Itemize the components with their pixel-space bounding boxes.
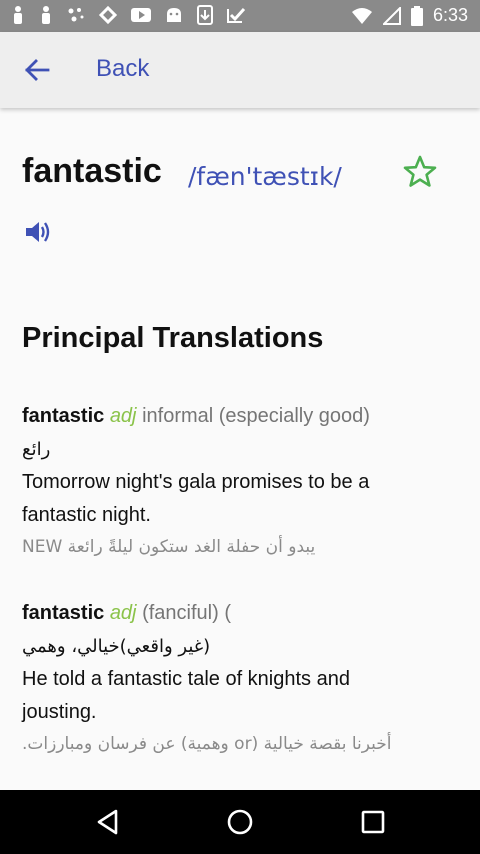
example-english: Tomorrow night's gala promises to be a f… — [22, 471, 370, 526]
entry-word: fantastic — [22, 405, 105, 427]
star-outline-icon[interactable] — [402, 154, 438, 190]
home-circle-icon[interactable] — [226, 808, 254, 836]
recents-square-icon[interactable] — [359, 808, 387, 836]
back-button[interactable]: Back — [96, 55, 149, 83]
system-icons: 6:33 — [351, 5, 468, 26]
entry-note: informal (especially good) — [142, 405, 370, 427]
entry-note: (fanciful) ( — [142, 602, 231, 624]
entry-arabic: رائع — [22, 439, 51, 460]
headword: fantastic — [22, 152, 162, 190]
download-icon — [197, 5, 213, 25]
video-icon — [131, 8, 151, 22]
clock: 6:33 — [432, 5, 468, 25]
pronunciation: /fæn'tæstɪk/ — [188, 162, 342, 191]
wifi-icon — [351, 7, 372, 24]
section-title: Principal Translations — [22, 322, 324, 354]
entry-header: fantastic adj (fanciful) ( — [22, 597, 462, 630]
translation-entry: fantastic adj (fanciful) ( (غير واقعي)خي… — [22, 597, 462, 759]
entry-word: fantastic — [22, 602, 105, 624]
entry-pos: adj — [109, 405, 137, 427]
example-arabic: أخبرنا بقصة خيالية (or وهمية) عن فرسان و… — [22, 734, 392, 754]
entry-header: fantastic adj informal (especially good) — [22, 400, 462, 433]
sync-icon — [98, 5, 118, 25]
battery-icon — [410, 5, 423, 26]
notification-icons — [10, 5, 246, 25]
check-icon — [227, 7, 246, 23]
example-arabic: يبدو أن حفلة الغد ستكون ليلةً رائعة NEW — [22, 537, 316, 557]
speaker-icon[interactable] — [24, 219, 52, 245]
signal-icon — [382, 6, 401, 25]
example-english: He told a fantastic tale of knights and … — [22, 668, 350, 723]
back-triangle-icon[interactable] — [94, 808, 122, 836]
entry-pos: adj — [109, 602, 137, 624]
person-icon — [42, 6, 50, 24]
translation-entry: fantastic adj informal (especially good)… — [22, 400, 462, 562]
entry-arabic: (غير واقعي)خيالي، وهمي — [22, 636, 211, 657]
android-icon — [167, 8, 181, 22]
app-bar: Back — [0, 32, 480, 108]
dots-icon — [68, 8, 84, 22]
navigation-bar — [0, 790, 480, 854]
person-icon — [14, 6, 22, 24]
back-arrow-icon[interactable] — [22, 56, 52, 84]
status-bar: 6:33 — [0, 0, 480, 32]
